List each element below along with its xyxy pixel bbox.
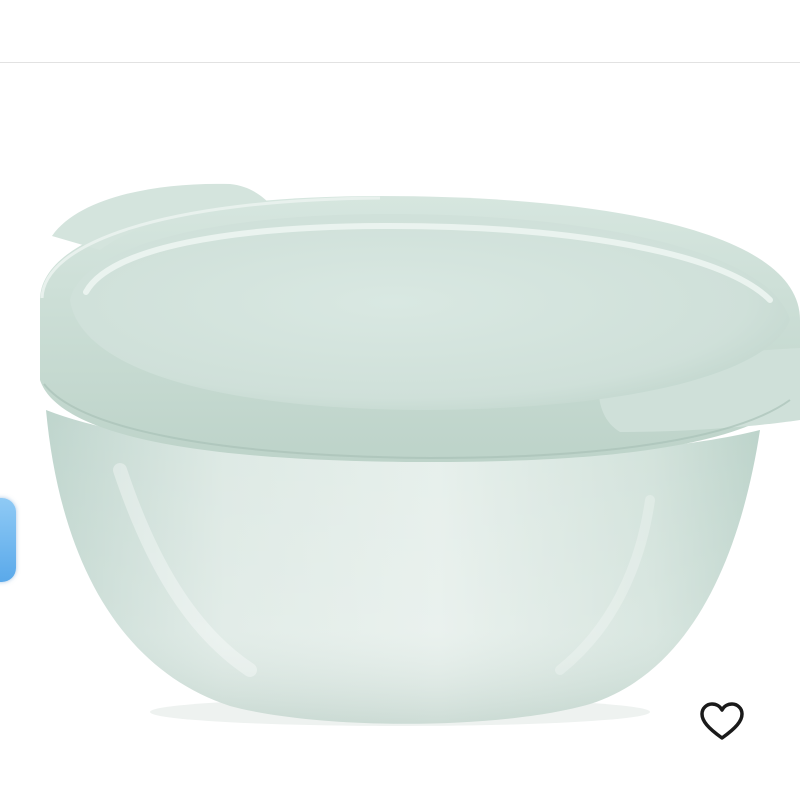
heart-outline-icon	[700, 702, 744, 740]
product-page	[0, 0, 800, 800]
product-image	[40, 183, 800, 726]
wishlist-button[interactable]	[694, 700, 750, 744]
top-bar	[0, 0, 800, 63]
